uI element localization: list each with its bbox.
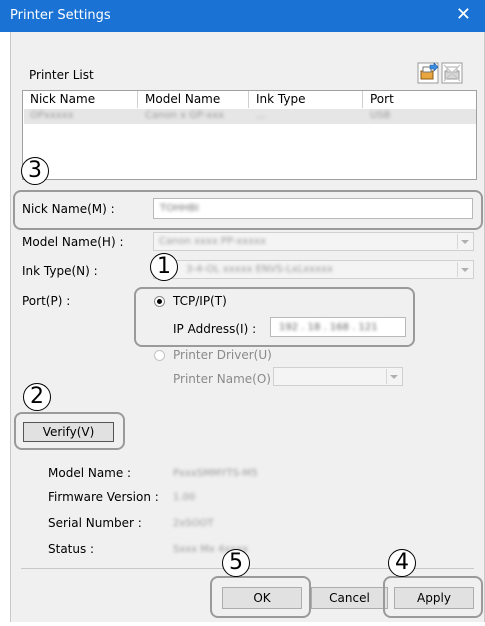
printer-list-label: Printer List (29, 68, 94, 82)
title-bar: Printer Settings ✕ (0, 0, 485, 32)
ink-type-select[interactable]: 3-4-OL xxxxx ENVS-LxLxxxxx (153, 260, 474, 279)
apply-button[interactable]: Apply (394, 587, 474, 609)
dialog-body: Printer List Nick Name Model Name Ink Ty… (10, 32, 485, 622)
model-name-label: Model Name(H) : (22, 235, 124, 249)
info-serial-value: 2xSOOT (173, 518, 214, 529)
callout-number-2: 2 (23, 383, 51, 411)
callout-number-4: 4 (388, 549, 416, 577)
row-nick-name: OPxxxxx (30, 110, 74, 121)
nick-name-label: Nick Name(M) : (22, 202, 115, 216)
callout-number-1: 1 (150, 253, 178, 281)
column-ink-type[interactable]: Ink Type (249, 91, 363, 108)
info-model-name-value: PxxxSMMYTS-M5 (173, 468, 258, 479)
printer-name-label: Printer Name(O) : (173, 372, 279, 386)
chevron-down-icon (457, 234, 472, 249)
callout-number-3: 3 (21, 157, 49, 185)
cancel-button-label: Cancel (329, 591, 370, 605)
apply-button-label: Apply (417, 591, 451, 605)
ip-address-value: 192 . 18 . 168 . 121 (279, 322, 378, 333)
printer-list[interactable]: Nick Name Model Name Ink Type Port OPxxx… (22, 90, 477, 180)
model-name-select[interactable]: Canon xxxx PP-xxxxx (153, 232, 474, 251)
ok-button[interactable]: OK (222, 587, 302, 609)
ok-button-label: OK (253, 591, 271, 605)
chevron-down-icon (457, 262, 472, 277)
printer-driver-label[interactable]: Printer Driver(U) (173, 348, 272, 362)
info-status-label: Status : (48, 542, 95, 556)
nick-name-value: TOHHBI (160, 203, 199, 214)
verify-button-label: Verify(V) (42, 425, 95, 439)
info-serial-label: Serial Number : (48, 516, 142, 530)
printer-add-icon[interactable] (417, 62, 439, 84)
row-ink-type: ... (256, 110, 266, 121)
tcpip-label[interactable]: TCP/IP(T) (173, 294, 227, 308)
info-model-name-label: Model Name : (48, 466, 132, 480)
printer-name-select[interactable] (273, 367, 403, 386)
row-port: USB (370, 110, 391, 121)
info-firmware-label: Firmware Version : (48, 490, 159, 504)
table-row[interactable]: OPxxxxx Canon x GP-xxx ... USB (24, 109, 476, 124)
tcpip-radio[interactable] (154, 296, 165, 307)
printer-delete-icon[interactable] (441, 62, 463, 84)
verify-button[interactable]: Verify(V) (23, 422, 114, 442)
column-port[interactable]: Port (363, 91, 476, 108)
info-firmware-value: 1.00 (173, 492, 196, 503)
row-model-name: Canon x GP-xxx (145, 110, 225, 121)
cancel-button[interactable]: Cancel (311, 587, 388, 609)
column-model-name[interactable]: Model Name (138, 91, 249, 108)
printer-driver-radio[interactable] (154, 350, 165, 361)
close-icon[interactable]: ✕ (456, 5, 471, 25)
callout-number-5: 5 (222, 549, 250, 577)
nick-name-field[interactable]: TOHHBI (153, 198, 473, 219)
ink-type-value: 3-4-OL xxxxx ENVS-LxLxxxxx (186, 264, 333, 275)
ip-address-label: IP Address(I) : (173, 322, 257, 336)
window-title: Printer Settings (10, 8, 111, 23)
chevron-down-icon (386, 369, 401, 384)
model-name-value: Canon xxxx PP-xxxxx (159, 236, 266, 247)
port-label: Port(P) : (22, 294, 71, 308)
ip-address-field[interactable]: 192 . 18 . 168 . 121 (270, 317, 406, 337)
column-nick-name[interactable]: Nick Name (23, 91, 138, 108)
ink-type-label: Ink Type(N) : (22, 264, 98, 278)
